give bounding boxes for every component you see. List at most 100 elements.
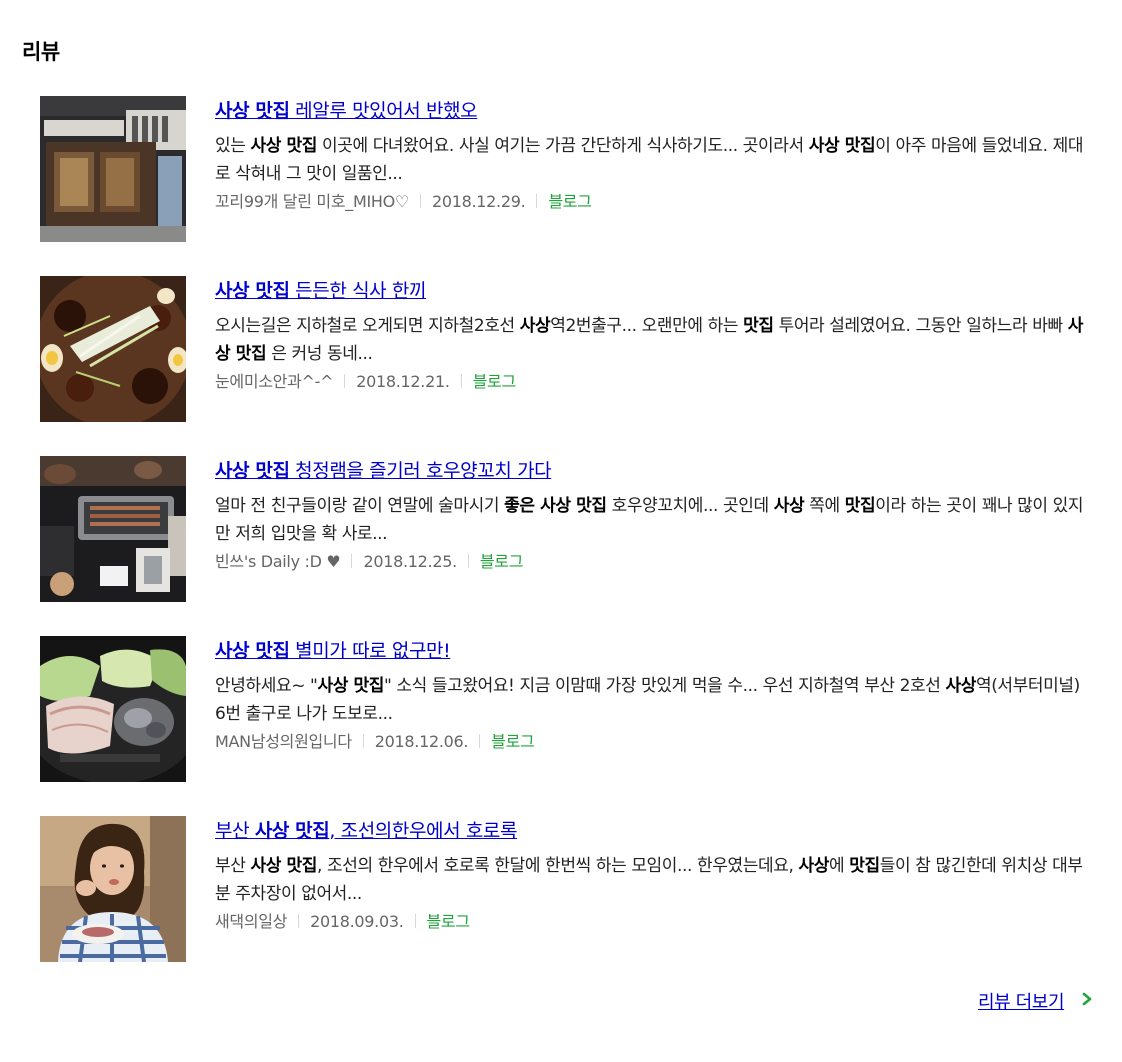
desc-keyword: 사상 맛집: [317, 676, 384, 696]
separator: [479, 734, 481, 748]
review-body: 사상 맛집 청정램을 즐기러 호우양꼬치 가다 얼마 전 친구들이랑 같이 연말…: [215, 458, 1095, 576]
desc-keyword: 사상: [773, 496, 805, 516]
review-item: 사상 맛집 레알루 맛있어서 반했오 있는 사상 맛집 이곳에 다녀왔어요. 사…: [40, 96, 1100, 276]
separator: [419, 194, 421, 208]
desc-keyword: 사상 맛집: [250, 136, 317, 156]
chevron-right-icon[interactable]: [1081, 992, 1093, 1006]
desc-text: 부산: [215, 856, 251, 876]
review-thumbnail[interactable]: [40, 636, 186, 782]
desc-text: , 조선의 한우에서 호로록 한달에 한번씩 하는 모임이... 한우였는데요,: [316, 856, 799, 876]
desc-keyword: 사상: [945, 676, 976, 696]
title-text: 별미가 따로 없구만!: [289, 640, 451, 662]
review-author[interactable]: 눈에미소안과^-^: [215, 372, 334, 391]
desc-text: 역2번출구... 오랜만에 하는: [550, 316, 744, 336]
review-thumbnail[interactable]: [40, 96, 186, 242]
review-source: 블로그: [472, 372, 517, 391]
review-date: 2018.12.06.: [374, 732, 469, 751]
review-date: 2018.12.21.: [356, 372, 450, 391]
desc-text: 에: [829, 856, 850, 876]
review-description: 있는 사상 맛집 이곳에 다녀왔어요. 사실 여기는 가끔 간단하게 식사하기도…: [215, 132, 1095, 188]
title-text: 든든한 식사 한끼: [289, 280, 427, 302]
title-keyword: 사상 맛집: [215, 100, 290, 122]
desc-text: 호우양꼬치에... 곳인데: [606, 496, 774, 516]
separator: [351, 554, 353, 568]
review-description: 부산 사상 맛집, 조선의 한우에서 호로록 한달에 한번씩 하는 모임이...…: [215, 852, 1095, 908]
review-meta: 꼬리99개 달린 미호_MIHO♡ 2018.12.29. 블로그: [215, 188, 1095, 216]
review-item: 부산 사상 맛집, 조선의한우에서 호로록 부산 사상 맛집, 조선의 한우에서…: [40, 816, 1100, 996]
title-keyword: 사상 맛집: [215, 460, 290, 482]
review-item: 사상 맛집 별미가 따로 없구만! 안녕하세요~ "사상 맛집" 소식 들고왔어…: [40, 636, 1100, 816]
desc-text: 이곳에 다녀왔어요. 사실 여기는 가끔 간단하게 식사하기도... 곳이라서: [316, 136, 809, 156]
woman-eating-image: [40, 816, 186, 962]
review-body: 사상 맛집 레알루 맛있어서 반했오 있는 사상 맛집 이곳에 다녀왔어요. 사…: [215, 98, 1095, 216]
review-item: 사상 맛집 든든한 식사 한끼 오시는길은 지하철로 오게되면 지하철2호선 사…: [40, 276, 1100, 456]
review-title[interactable]: 사상 맛집 별미가 따로 없구만!: [215, 638, 451, 664]
separator: [414, 914, 416, 928]
title-keyword: 사상 맛집: [254, 820, 330, 842]
review-thumbnail[interactable]: [40, 276, 186, 422]
desc-text: 오시는길은 지하철로 오게되면 지하철2호선: [215, 316, 520, 336]
review-author[interactable]: 꼬리99개 달린 미호_MIHO♡: [215, 192, 409, 211]
separator: [536, 194, 538, 208]
more-reviews-link[interactable]: 리뷰 더보기: [978, 988, 1065, 1014]
separator: [467, 554, 469, 568]
separator: [298, 914, 300, 928]
desc-text: 은 커넝 동네...: [266, 344, 373, 364]
desc-text: " 소식 들고왔어요! 지금 이맘때 가장 맛있게 먹을 수... 우선 지하철…: [383, 676, 946, 696]
desc-keyword: 사상 맛집: [808, 136, 876, 156]
boiled-pork-platter-image: [40, 636, 186, 782]
review-source: 블로그: [548, 192, 592, 211]
lamb-skewer-grill-image: [40, 456, 186, 602]
review-title[interactable]: 사상 맛집 든든한 식사 한끼: [215, 278, 426, 304]
desc-keyword: 사상: [798, 856, 830, 876]
desc-keyword: 맛집: [849, 856, 880, 876]
desc-keyword: 맛집: [844, 496, 876, 516]
review-author[interactable]: 빈쓰's Daily :D ♥: [215, 552, 341, 571]
section-title: 리뷰: [22, 40, 60, 64]
separator: [362, 734, 364, 748]
title-prefix: 부산: [215, 820, 255, 842]
title-text: 청정램을 즐기러 호우양꼬치 가다: [289, 460, 552, 482]
review-date: 2018.09.03.: [310, 912, 404, 931]
review-body: 사상 맛집 별미가 따로 없구만! 안녕하세요~ "사상 맛집" 소식 들고왔어…: [215, 638, 1095, 756]
desc-text: 안녕하세요~ ": [215, 676, 318, 696]
review-list: 사상 맛집 레알루 맛있어서 반했오 있는 사상 맛집 이곳에 다녀왔어요. 사…: [40, 96, 1100, 996]
review-meta: 새댁의일상 2018.09.03. 블로그: [215, 908, 1095, 936]
review-source: 블로그: [491, 732, 535, 751]
review-meta: 눈에미소안과^-^ 2018.12.21. 블로그: [215, 368, 1095, 396]
title-text: 레알루 맛있어서 반했오: [289, 100, 478, 122]
review-body: 사상 맛집 든든한 식사 한끼 오시는길은 지하철로 오게되면 지하철2호선 사…: [215, 278, 1095, 396]
desc-keyword: 맛집: [743, 316, 774, 336]
desc-text: 투어라 설레였어요. 그동안 일하느라 바빠: [773, 316, 1068, 336]
review-body: 부산 사상 맛집, 조선의한우에서 호로록 부산 사상 맛집, 조선의 한우에서…: [215, 818, 1095, 936]
title-text: , 조선의한우에서 호로록: [329, 820, 518, 842]
desc-keyword: 좋은 사상 맛집: [504, 496, 607, 516]
desc-text: 쪽에: [804, 496, 845, 516]
review-date: 2018.12.25.: [363, 552, 457, 571]
review-author[interactable]: 새댁의일상: [215, 912, 287, 931]
review-meta: 빈쓰's Daily :D ♥ 2018.12.25. 블로그: [215, 548, 1095, 576]
braised-chicken-dish-image: [40, 276, 186, 422]
separator: [344, 374, 346, 388]
restaurant-storefront-image: [40, 96, 186, 242]
separator: [460, 374, 462, 388]
review-source: 블로그: [426, 912, 471, 931]
review-author[interactable]: MAN남성의원입니다: [215, 732, 352, 751]
desc-keyword: 사상 맛집: [250, 856, 317, 876]
review-description: 안녕하세요~ "사상 맛집" 소식 들고왔어요! 지금 이맘때 가장 맛있게 먹…: [215, 672, 1095, 728]
review-date: 2018.12.29.: [431, 192, 526, 211]
review-description: 얼마 전 친구들이랑 같이 연말에 술마시기 좋은 사상 맛집 호우양꼬치에..…: [215, 492, 1095, 548]
desc-text: 얼마 전 친구들이랑 같이 연말에 술마시기: [215, 496, 505, 516]
review-item: 사상 맛집 청정램을 즐기러 호우양꼬치 가다 얼마 전 친구들이랑 같이 연말…: [40, 456, 1100, 636]
review-thumbnail[interactable]: [40, 456, 186, 602]
title-keyword: 사상 맛집: [215, 280, 290, 302]
review-description: 오시는길은 지하철로 오게되면 지하철2호선 사상역2번출구... 오랜만에 하…: [215, 312, 1095, 368]
desc-text: 있는: [215, 136, 251, 156]
review-thumbnail[interactable]: [40, 816, 186, 962]
review-title[interactable]: 사상 맛집 청정램을 즐기러 호우양꼬치 가다: [215, 458, 552, 484]
review-title[interactable]: 사상 맛집 레알루 맛있어서 반했오: [215, 98, 478, 124]
review-title[interactable]: 부산 사상 맛집, 조선의한우에서 호로록: [215, 818, 517, 844]
desc-keyword: 사상: [519, 316, 551, 336]
review-source: 블로그: [479, 552, 524, 571]
review-meta: MAN남성의원입니다 2018.12.06. 블로그: [215, 728, 1095, 756]
